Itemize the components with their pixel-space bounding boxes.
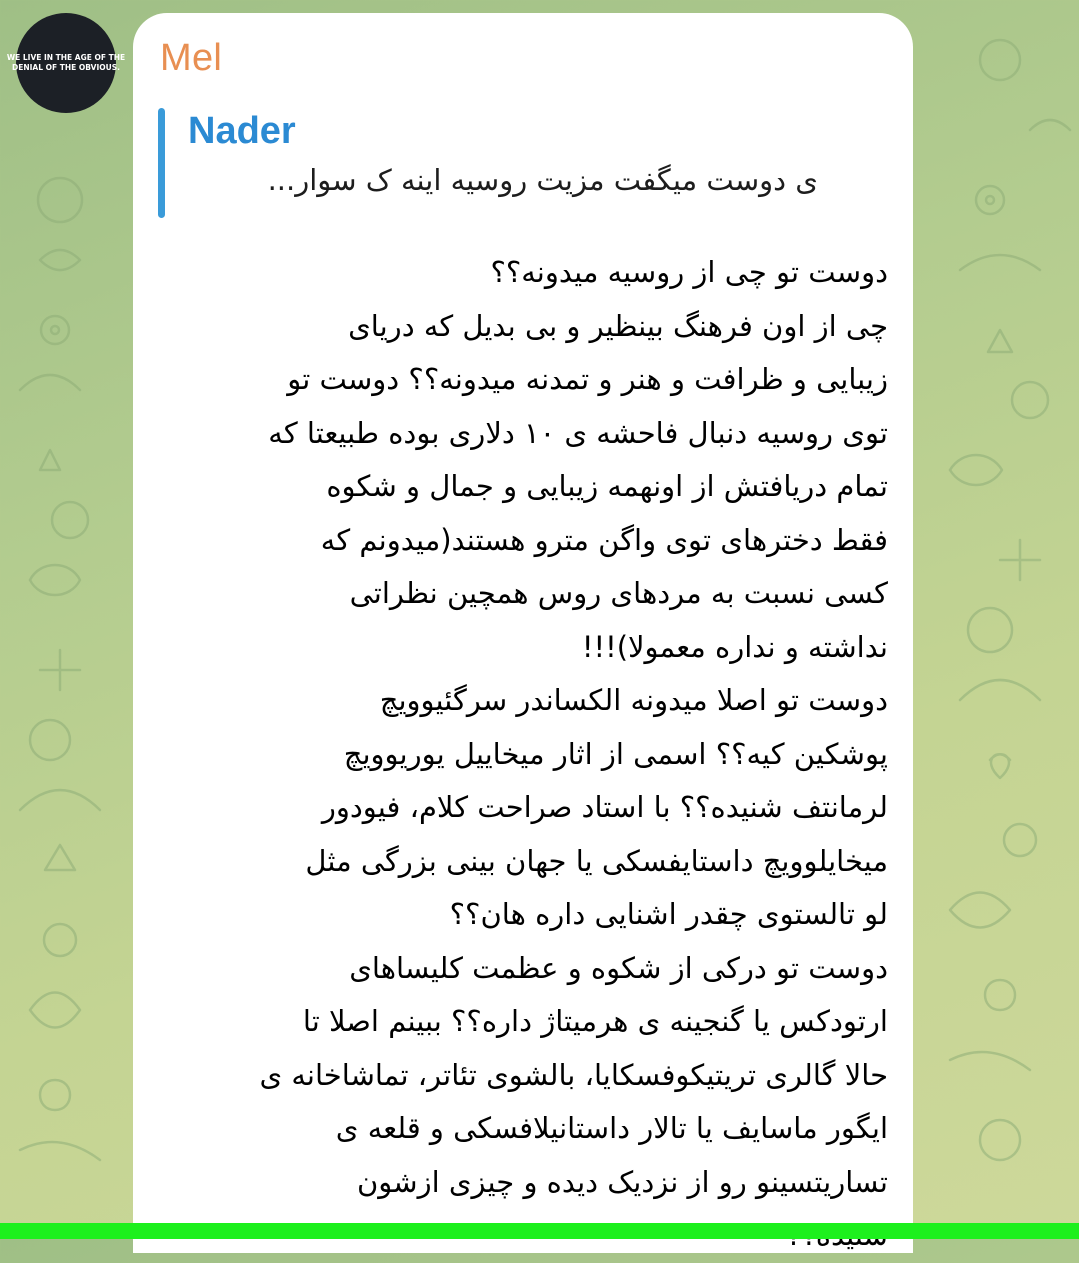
bottom-highlight-bar	[0, 1223, 1079, 1239]
message-line: نداشته و نداره معمولا)!!!	[581, 629, 888, 664]
message-line: کسی نسبت به مردهای روس همچین نظراتی	[349, 576, 888, 610]
reply-quote-bar	[158, 108, 165, 218]
message-line: تساریتسینو رو از نزدیک دیده و چیزی ازشون	[357, 1164, 888, 1199]
message-text: دوست تو چی از روسیه میدونه؟؟ چی از اون ف…	[188, 246, 888, 1263]
reply-author: Nader	[188, 110, 296, 152]
message-line: میخایلوویچ داستایفسکی یا جهان بینی بزرگی…	[305, 843, 888, 878]
message-line: لرمانتف شنیده؟؟ با استاد صراحت کلام، فیو…	[321, 790, 888, 824]
reply-text: ی دوست میگفت مزیت روسیه اینه ک سوار...	[267, 163, 818, 197]
message-line: چی از اون فرهنگ بینظیر و بی بدیل که دریا…	[348, 308, 888, 343]
message-line: تمام دریافتش از اونهمه زیبایی و جمال و ش…	[326, 469, 888, 503]
message-line: زیبایی و ظرافت و هنر و تمدنه میدونه؟؟ دو…	[287, 362, 888, 396]
message-line: ارتودکس یا گنجینه ی هرمیتاژ داره؟؟ ببینم…	[302, 1004, 888, 1038]
message-line: پوشکین کیه؟؟ اسمی از اثار میخاییل یوریوو…	[343, 736, 888, 771]
message-line: دوست تو درکی از شکوه و عظمت کلیساهای	[349, 950, 888, 985]
message-bubble[interactable]: Mel Nader ی دوست میگفت مزیت روسیه اینه ک…	[133, 13, 913, 1253]
avatar-caption-line-2: DENIAL OF THE OBVIOUS.	[12, 63, 120, 72]
reply-quote[interactable]: Nader ی دوست میگفت مزیت روسیه اینه ک سوا…	[158, 108, 858, 218]
avatar-caption: WE LIVE IN THE AGE OF THE DENIAL OF THE …	[7, 53, 125, 73]
sender-name[interactable]: Mel	[160, 37, 222, 80]
message-line: توی روسیه دنبال فاحشه ی ۱۰ دلاری بوده طب…	[268, 415, 888, 450]
message-line: دوست تو اصلا میدونه الکساندر سرگئیوویچ	[379, 683, 888, 717]
message-line: فقط دخترهای توی واگن مترو هستند(میدونم ک…	[320, 522, 888, 557]
avatar[interactable]: WE LIVE IN THE AGE OF THE DENIAL OF THE …	[7, 13, 125, 113]
chat-screen: { "avatar": { "lines": ["WE LIVE IN THE …	[0, 0, 1079, 1253]
message-line: حالا گالری تریتیکوفسکایا، بالشوی تئاتر، …	[259, 1057, 888, 1092]
message-line: دوست تو چی از روسیه میدونه؟؟	[490, 255, 888, 289]
message-line: لو تالستوی چقدر اشنایی داره هان؟؟	[449, 897, 888, 931]
message-line: ایگور ماسایف یا تالار داستانیلافسکی و قل…	[335, 1111, 888, 1145]
avatar-caption-line-1: WE LIVE IN THE AGE OF THE	[6, 53, 126, 62]
